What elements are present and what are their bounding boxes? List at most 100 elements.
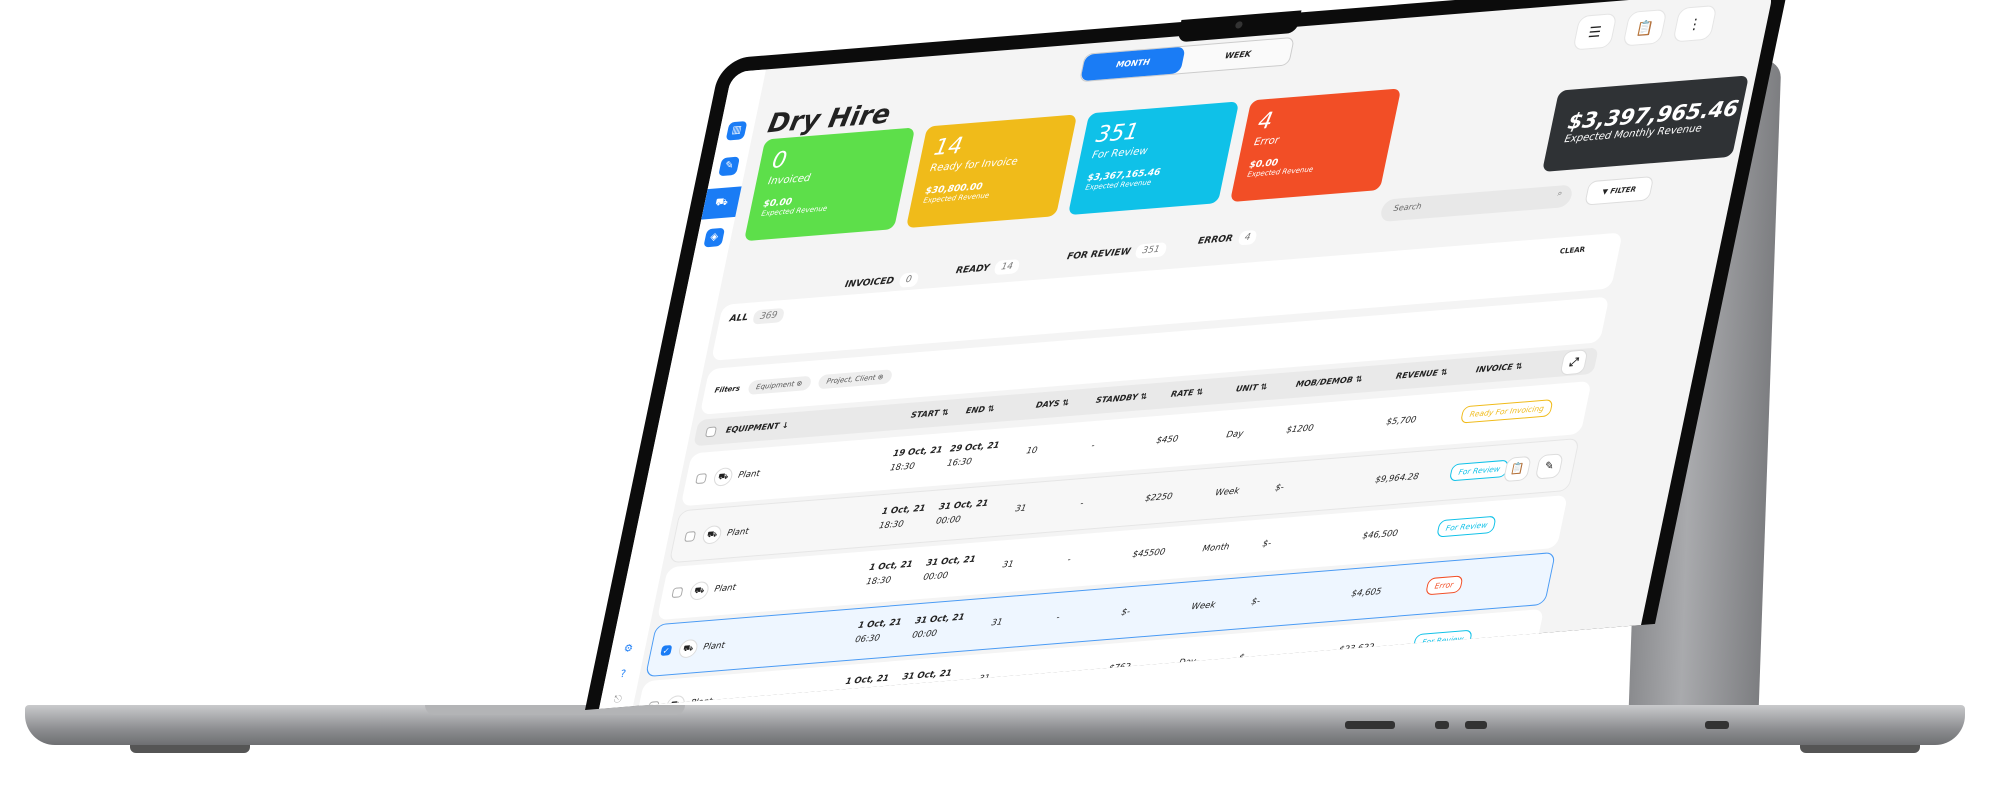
- cell-days: 31: [977, 673, 991, 685]
- cell-revenue: $46,500: [1361, 528, 1399, 542]
- search-input[interactable]: Search ⌕: [1379, 184, 1574, 223]
- expand-icon[interactable]: ⤢: [1559, 349, 1589, 376]
- cell-start-time: 06:30: [854, 633, 881, 646]
- camera-icon: [1234, 21, 1244, 29]
- cell-days: 10: [1025, 445, 1039, 457]
- help-icon[interactable]: ?: [612, 665, 634, 685]
- cell-start-time: 18:30: [877, 519, 905, 532]
- col-invoice[interactable]: INVOICE ⇅: [1475, 362, 1523, 375]
- row-checkbox[interactable]: [695, 473, 708, 485]
- cell-equipment: Plant: [726, 526, 750, 539]
- col-unit[interactable]: UNIT ⇅: [1235, 382, 1268, 394]
- cell-start-date: 19 Oct, 21: [892, 445, 944, 460]
- chart-icon[interactable]: ▥: [725, 120, 748, 141]
- col-equipment[interactable]: EQUIPMENT ↓: [725, 421, 790, 435]
- cell-revenue: $23,622: [1337, 642, 1376, 656]
- status-badge[interactable]: Error: [1424, 575, 1464, 596]
- excavator-icon: ⛟: [677, 638, 700, 659]
- logout-icon[interactable]: ⎋: [607, 691, 629, 709]
- filter-chip-project[interactable]: Project, Client ⊗: [817, 369, 894, 390]
- filter-chip-equipment[interactable]: Equipment ⊗: [746, 375, 812, 395]
- chip-label: Project, Client: [825, 373, 877, 386]
- cell-end-date: 31 Oct, 21: [937, 498, 990, 513]
- cell-revenue: $9,964.28: [1374, 471, 1420, 486]
- back-laptop-port: [1705, 721, 1729, 729]
- gear-icon[interactable]: ⚙: [617, 640, 639, 660]
- col-start[interactable]: START ⇅: [910, 408, 949, 420]
- list-button[interactable]: ☰: [1572, 12, 1618, 51]
- usb-port: [1435, 721, 1449, 729]
- col-mob-demob[interactable]: MOB/DEMOB ⇅: [1295, 374, 1363, 388]
- week-button[interactable]: WEEK: [1185, 38, 1291, 72]
- tag-icon[interactable]: ◈: [703, 227, 726, 248]
- more-vertical-icon: ⋮: [1685, 16, 1704, 34]
- tab-label: INVOICED: [843, 276, 895, 291]
- list-icon: ☰: [1586, 24, 1603, 42]
- period-toggle: MONTH WEEK: [1078, 36, 1295, 83]
- tab-label: READY: [954, 263, 991, 277]
- card-invoiced[interactable]: 0 Invoiced $0.00 Expected Revenue: [743, 127, 916, 242]
- col-rate[interactable]: RATE ⇅: [1170, 387, 1204, 399]
- filter-label: FILTER: [1609, 185, 1637, 196]
- laptop-foot: [130, 745, 250, 753]
- laptop-screen: ▥ ✎ ⛟ ◈ ⚙ ? ⎋ Dry Hire MONTH WEEK ☰ 📋 ⋮ …: [585, 0, 1792, 710]
- col-days[interactable]: DAYS ⇅: [1035, 398, 1070, 410]
- tab-label: ALL: [728, 312, 750, 325]
- status-badge[interactable]: For Review: [1412, 629, 1474, 652]
- tab-error[interactable]: ERROR 4: [1196, 229, 1258, 249]
- cell-equipment: Plant: [702, 640, 726, 653]
- card-review[interactable]: 351 For Review $3,367,165.46 Expected Reve…: [1067, 101, 1240, 216]
- cell-mob: $1200: [1285, 423, 1315, 436]
- tab-for-review[interactable]: FOR REVIEW 351: [1066, 242, 1168, 264]
- cell-standby: -: [1055, 612, 1061, 624]
- truck-icon[interactable]: ⛟: [701, 186, 742, 220]
- cell-end-date: 31 Oct, 21: [925, 554, 977, 569]
- hdmi-port: [1465, 721, 1487, 729]
- clipboard-icon: 📋: [1634, 19, 1656, 38]
- cell-unit: Week: [1190, 600, 1217, 613]
- search-placeholder: Search: [1392, 201, 1423, 214]
- row-checkbox[interactable]: [671, 587, 684, 599]
- col-revenue[interactable]: REVENUE ⇅: [1395, 368, 1448, 381]
- row-checkbox[interactable]: ✓: [660, 644, 673, 656]
- filters-label: Filters: [713, 384, 741, 395]
- excavator-icon: ⛟: [712, 467, 735, 487]
- col-standby[interactable]: STANDBY ⇅: [1095, 392, 1148, 405]
- tab-label: ERROR: [1196, 233, 1234, 247]
- status-badge[interactable]: For Review: [1448, 459, 1510, 482]
- filter-button[interactable]: ▼ FILTER: [1584, 175, 1655, 206]
- cell-mob: $-: [1261, 538, 1273, 550]
- sd-slot: [1345, 721, 1395, 729]
- cell-standby: -: [1079, 498, 1085, 510]
- cell-equipment: Plant: [713, 582, 737, 595]
- cell-days: 31: [990, 617, 1004, 629]
- edit-icon[interactable]: ✎: [1534, 453, 1564, 480]
- status-badge[interactable]: For Review: [1436, 515, 1498, 538]
- cell-rate: $762: [1107, 662, 1132, 674]
- search-icon: ⌕: [1556, 188, 1564, 198]
- cell-unit: Week: [1214, 486, 1241, 499]
- tools-icon[interactable]: ✎: [718, 156, 740, 177]
- tab-count: 351: [1134, 242, 1168, 259]
- clipboard-icon[interactable]: 📋: [1502, 455, 1532, 483]
- monthly-revenue-card: $3,397,965.46 Expected Monthly Revenue: [1541, 75, 1749, 173]
- clear-button[interactable]: CLEAR: [1559, 245, 1586, 255]
- row-checkbox[interactable]: [684, 531, 697, 543]
- cell-start-date: 1 Oct, 21: [857, 617, 903, 632]
- cell-rate: $-: [1120, 607, 1132, 618]
- cell-start-time: 18:30: [841, 689, 869, 702]
- card-ready[interactable]: 14 Ready for Invoice $30,800.00 Expected R…: [905, 114, 1078, 229]
- more-button[interactable]: ⋮: [1672, 4, 1718, 43]
- tab-ready[interactable]: READY 14: [954, 258, 1021, 278]
- cell-end-time: 00:00: [911, 628, 938, 641]
- col-end[interactable]: END ⇅: [965, 404, 995, 415]
- cell-mob: $-: [1274, 482, 1285, 494]
- card-error[interactable]: 4 Error $0.00 Expected Revenue: [1229, 88, 1402, 203]
- status-badge[interactable]: Ready For Invoicing: [1459, 399, 1554, 424]
- select-all-checkbox[interactable]: [704, 426, 718, 438]
- month-button[interactable]: MONTH: [1080, 46, 1186, 82]
- cell-end-date: 29 Oct, 21: [949, 440, 1001, 455]
- clipboard-button[interactable]: 📋: [1622, 8, 1668, 47]
- cell-start-date: 1 Oct, 21: [844, 673, 890, 688]
- cell-unit: Day: [1225, 428, 1245, 441]
